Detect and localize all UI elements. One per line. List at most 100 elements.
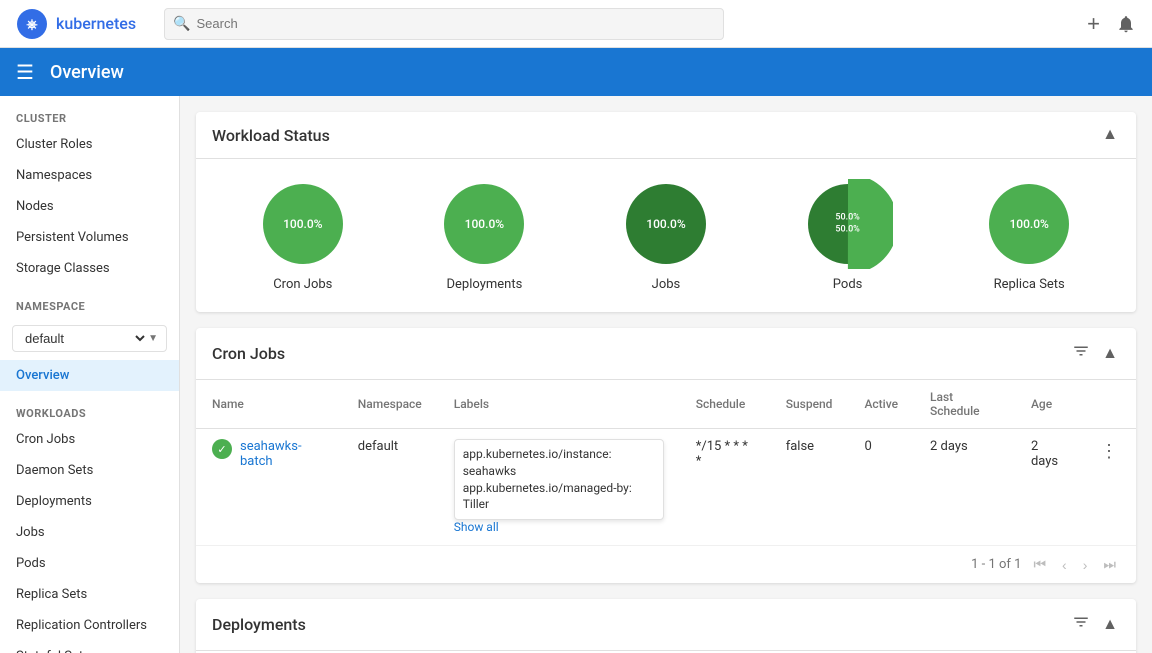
col-age: Age bbox=[1015, 380, 1082, 429]
pie-jobs: 100.0% bbox=[621, 179, 711, 269]
chart-pods: 50.0% 50.0% Pods bbox=[803, 179, 893, 292]
bell-icon bbox=[1116, 14, 1136, 34]
sidebar-item-namespaces[interactable]: Namespaces bbox=[0, 160, 179, 191]
chart-pods-label: Pods bbox=[833, 277, 863, 292]
sidebar-item-deployments[interactable]: Deployments bbox=[0, 486, 179, 517]
sidebar-item-daemon-sets[interactable]: Daemon Sets bbox=[0, 455, 179, 486]
sidebar-item-replica-sets[interactable]: Replica Sets bbox=[0, 579, 179, 610]
add-button[interactable]: + bbox=[1087, 11, 1100, 37]
col-suspend: Suspend bbox=[770, 380, 849, 429]
chart-cron-jobs: 100.0% Cron Jobs bbox=[258, 179, 348, 292]
search-bar[interactable]: 🔍 bbox=[164, 8, 724, 40]
col-actions bbox=[1082, 380, 1136, 429]
pagination-last-button[interactable]: ⏭ bbox=[1099, 554, 1120, 575]
sidebar-item-replication-controllers[interactable]: Replication Controllers bbox=[0, 610, 179, 641]
topbar-actions: + bbox=[1087, 11, 1136, 37]
workload-status-actions: ▲ bbox=[1100, 124, 1120, 146]
app-name: kubernetes bbox=[56, 14, 136, 33]
filter-icon bbox=[1072, 342, 1090, 360]
pie-pods-label: 50.0% 50.0% bbox=[835, 212, 859, 235]
sidebar-item-nodes[interactable]: Nodes bbox=[0, 191, 179, 222]
label-managed-by: app.kubernetes.io/managed-by: Tiller bbox=[463, 480, 655, 514]
cron-jobs-section: Cron Jobs ▲ Name Namespace Labels bbox=[196, 328, 1136, 583]
pie-replica-sets-label: 100.0% bbox=[1009, 217, 1048, 231]
namespace-section-title: Namespace bbox=[0, 284, 179, 317]
nav-title: Overview bbox=[50, 62, 124, 83]
sidebar-item-overview[interactable]: Overview bbox=[0, 360, 179, 391]
workload-status-section: Workload Status ▲ 100.0% Cron Jobs bbox=[196, 112, 1136, 312]
navbar: ☰ Overview bbox=[0, 48, 1152, 96]
deployments-header: Deployments ▲ bbox=[196, 599, 1136, 651]
cron-job-schedule-cell: */15 * * * * bbox=[680, 429, 770, 546]
label-instance: app.kubernetes.io/instance: seahawks bbox=[463, 446, 655, 480]
sidebar-item-storage-classes[interactable]: Storage Classes bbox=[0, 253, 179, 284]
workload-status-title: Workload Status bbox=[212, 126, 330, 145]
sidebar-item-pods[interactable]: Pods bbox=[0, 548, 179, 579]
topbar: ⎈ kubernetes 🔍 + bbox=[0, 0, 1152, 48]
pagination-next-button[interactable]: › bbox=[1079, 555, 1092, 575]
cron-job-last-schedule-cell: 2 days bbox=[914, 429, 1015, 546]
notification-button[interactable] bbox=[1116, 14, 1136, 34]
col-name: Name bbox=[196, 380, 342, 429]
deployments-collapse-button[interactable]: ▲ bbox=[1100, 614, 1120, 636]
chevron-down-icon: ▼ bbox=[148, 333, 158, 344]
cron-job-labels-cell: app.kubernetes.io/instance: seahawks app… bbox=[438, 429, 680, 546]
pie-cron-jobs: 100.0% bbox=[258, 179, 348, 269]
pie-replica-sets: 100.0% bbox=[984, 179, 1074, 269]
pie-deployments-label: 100.0% bbox=[465, 217, 504, 231]
cron-job-name-cell: ✓ seahawks-batch bbox=[196, 429, 342, 546]
cron-jobs-pagination: 1 - 1 of 1 ⏮ ‹ › ⏭ bbox=[196, 545, 1136, 583]
chart-cron-jobs-label: Cron Jobs bbox=[273, 277, 332, 292]
sidebar-item-stateful-sets[interactable]: Stateful Sets bbox=[0, 641, 179, 653]
cron-jobs-filter-button[interactable] bbox=[1070, 340, 1092, 367]
menu-toggle-button[interactable]: ☰ bbox=[16, 60, 34, 85]
cron-jobs-header-row: Name Namespace Labels Schedule Suspend A… bbox=[196, 380, 1136, 429]
col-active: Active bbox=[848, 380, 914, 429]
svg-text:⎈: ⎈ bbox=[26, 17, 37, 33]
pagination-info: 1 - 1 of 1 bbox=[971, 557, 1021, 572]
sidebar-item-jobs[interactable]: Jobs bbox=[0, 517, 179, 548]
namespace-selector[interactable]: default kube-system All Namespaces ▼ bbox=[12, 325, 167, 352]
cron-job-age-cell: 2 days bbox=[1015, 429, 1082, 546]
chart-replica-sets: 100.0% Replica Sets bbox=[984, 179, 1074, 292]
labels-popup: app.kubernetes.io/instance: seahawks app… bbox=[454, 439, 664, 520]
cron-job-suspend-cell: false bbox=[770, 429, 849, 546]
search-input[interactable] bbox=[197, 16, 716, 31]
col-labels: Labels bbox=[438, 380, 680, 429]
layout: Cluster Cluster Roles Namespaces Nodes P… bbox=[0, 96, 1152, 653]
sidebar-item-cron-jobs[interactable]: Cron Jobs bbox=[0, 424, 179, 455]
sidebar-item-persistent-volumes[interactable]: Persistent Volumes bbox=[0, 222, 179, 253]
cron-jobs-actions: ▲ bbox=[1070, 340, 1120, 367]
namespace-dropdown[interactable]: default kube-system All Namespaces bbox=[21, 330, 148, 347]
pie-jobs-label: 100.0% bbox=[646, 217, 685, 231]
cluster-section-title: Cluster bbox=[0, 96, 179, 129]
pagination-prev-button[interactable]: ‹ bbox=[1058, 555, 1071, 575]
kubernetes-logo-icon: ⎈ bbox=[16, 8, 48, 40]
cron-job-name-link[interactable]: seahawks-batch bbox=[240, 439, 326, 469]
row-status-wrapper: ✓ seahawks-batch bbox=[212, 439, 326, 469]
chart-jobs: 100.0% Jobs bbox=[621, 179, 711, 292]
pie-pods: 50.0% 50.0% bbox=[803, 179, 893, 269]
cron-job-show-all-link[interactable]: Show all bbox=[454, 520, 499, 534]
deployments-section: Deployments ▲ Name Namespace Labels bbox=[196, 599, 1136, 653]
cron-job-namespace-cell: default bbox=[342, 429, 438, 546]
cron-job-more-button[interactable]: ⋮ bbox=[1098, 439, 1120, 464]
sidebar-item-cluster-roles[interactable]: Cluster Roles bbox=[0, 129, 179, 160]
chart-jobs-label: Jobs bbox=[652, 277, 681, 292]
cron-jobs-table-container: Name Namespace Labels Schedule Suspend A… bbox=[196, 380, 1136, 545]
cron-jobs-table: Name Namespace Labels Schedule Suspend A… bbox=[196, 380, 1136, 545]
logo-area: ⎈ kubernetes bbox=[16, 8, 136, 40]
cron-jobs-collapse-button[interactable]: ▲ bbox=[1100, 343, 1120, 365]
cron-job-active-cell: 0 bbox=[848, 429, 914, 546]
workload-status-collapse-button[interactable]: ▲ bbox=[1100, 124, 1120, 146]
pagination-first-button[interactable]: ⏮ bbox=[1029, 554, 1050, 575]
chart-replica-sets-label: Replica Sets bbox=[994, 277, 1065, 292]
status-ok-icon: ✓ bbox=[212, 439, 232, 459]
search-icon: 🔍 bbox=[173, 16, 190, 32]
deployments-actions: ▲ bbox=[1070, 611, 1120, 638]
pie-deployments: 100.0% bbox=[439, 179, 529, 269]
deployments-filter-button[interactable] bbox=[1070, 611, 1092, 638]
pie-cron-jobs-label: 100.0% bbox=[283, 217, 322, 231]
cron-job-menu-cell: ⋮ bbox=[1082, 429, 1136, 546]
sidebar: Cluster Cluster Roles Namespaces Nodes P… bbox=[0, 96, 180, 653]
